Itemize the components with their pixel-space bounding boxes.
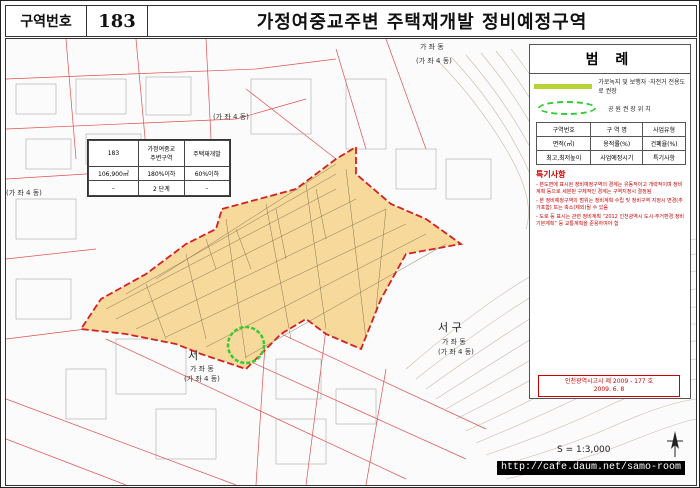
info-cell: 가정여중교 주변구역 <box>137 140 185 167</box>
legend-table: 구역번호 구 역 명 사업유형 면적(㎡) 용적률(%) 건폐율(%) 최고,최… <box>535 122 686 165</box>
legend-table-cell: 사업예정시기 <box>590 150 644 165</box>
map-title: 가정여중교주변 주택재개발 정비예정구역 <box>256 12 588 33</box>
place-label: 가 좌 동 <box>420 42 444 51</box>
header-bar: 구역번호 183 가정여중교주변 주택재개발 정비예정구역 <box>5 5 697 37</box>
legend-item-label: 가로녹지 및 보행자 ·자전거 전용도로 권장 <box>598 79 686 95</box>
legend-table-cell: 구역번호 <box>535 122 592 137</box>
watermark-url: http://cafe.daum.net/samo-room <box>497 461 685 475</box>
info-cell: – <box>88 180 139 196</box>
info-cell: 주택재개발 <box>183 140 231 167</box>
notice-date: 2009. 6. 8 <box>593 386 625 393</box>
map-sheet: 구역번호 183 가정여중교주변 주택재개발 정비예정구역 가 좌 동 (가 좌… <box>0 0 700 488</box>
legend-table-cell: 특기사항 <box>642 150 686 165</box>
place-label: (가 좌 4 동) <box>6 188 42 197</box>
place-label: 서 구 <box>438 321 462 334</box>
place-label: 가 좌 동 <box>442 337 466 346</box>
info-cell: 60%이하 <box>183 165 231 182</box>
zone-number: 183 <box>87 6 148 36</box>
place-label: (가 좌 4 동) <box>416 56 452 65</box>
legend-table-cell: 건폐율(%) <box>642 136 686 151</box>
legend-table-cell: 면적(㎡) <box>535 136 592 151</box>
green-dashed-circle-icon <box>538 101 596 115</box>
legend-table-cell: 구 역 명 <box>590 122 644 137</box>
place-label: (가 좌 4 동) <box>438 347 474 356</box>
note-item: - 본 정비예정구역의 범위는 정비계획 수립 및 정비구역 지정시 변경(추가… <box>536 198 683 211</box>
notes-title: 특기사항 <box>536 170 566 179</box>
info-cell: 106,900㎡ <box>88 165 139 182</box>
info-cell: 180%이하 <box>137 165 185 182</box>
legend-table-cell: 사업유형 <box>642 122 686 137</box>
info-cell: 183 <box>88 140 139 167</box>
note-item: - 본도면에 표시된 정비예정구역의 경계는 유동적이고 개략적이며 정비계획 … <box>536 182 683 195</box>
place-label: 가 좌 동 <box>190 364 214 373</box>
green-line-icon <box>534 83 593 89</box>
legend-item-label: 공 원 권 장 위 치 <box>608 105 651 113</box>
scale-text: S = 1:3,000 <box>557 445 611 455</box>
legend-table-cell: 최고,최저높이 <box>535 150 592 165</box>
legend-table-cell: 용적률(%) <box>590 136 644 151</box>
notice-line: 인천광역시고시 제 2009 - 177 호 <box>564 378 654 385</box>
zone-info-table: 183 가정여중교 주변구역 주택재개발 106,900㎡ 180%이하 60%… <box>87 139 231 197</box>
legend-item: 가로녹지 및 보행자 ·자전거 전용도로 권장 <box>530 74 690 98</box>
north-arrow-icon <box>667 431 683 457</box>
place-label: (가 좌 4 동) <box>184 374 220 383</box>
legend-panel: 범 례 가로녹지 및 보행자 ·자전거 전용도로 권장 공 원 권 장 위 치 … <box>529 44 691 399</box>
place-label: 서 <box>188 349 198 362</box>
info-cell: 2 단계 <box>137 180 185 196</box>
public-notice-box: 인천광역시고시 제 2009 - 177 호 2009. 6. 8 <box>538 375 680 397</box>
info-cell: – <box>183 180 231 196</box>
zone-number-label: 구역번호 <box>6 6 87 36</box>
legend-title: 범 례 <box>530 45 690 74</box>
note-item: - 도로 등 표시는 관련 정비계획 “2012 인천광역시 도시·주거환경 정… <box>536 214 685 227</box>
place-label: (가 좌 4 동) <box>213 112 249 121</box>
legend-item: 공 원 권 장 위 치 <box>530 98 690 118</box>
